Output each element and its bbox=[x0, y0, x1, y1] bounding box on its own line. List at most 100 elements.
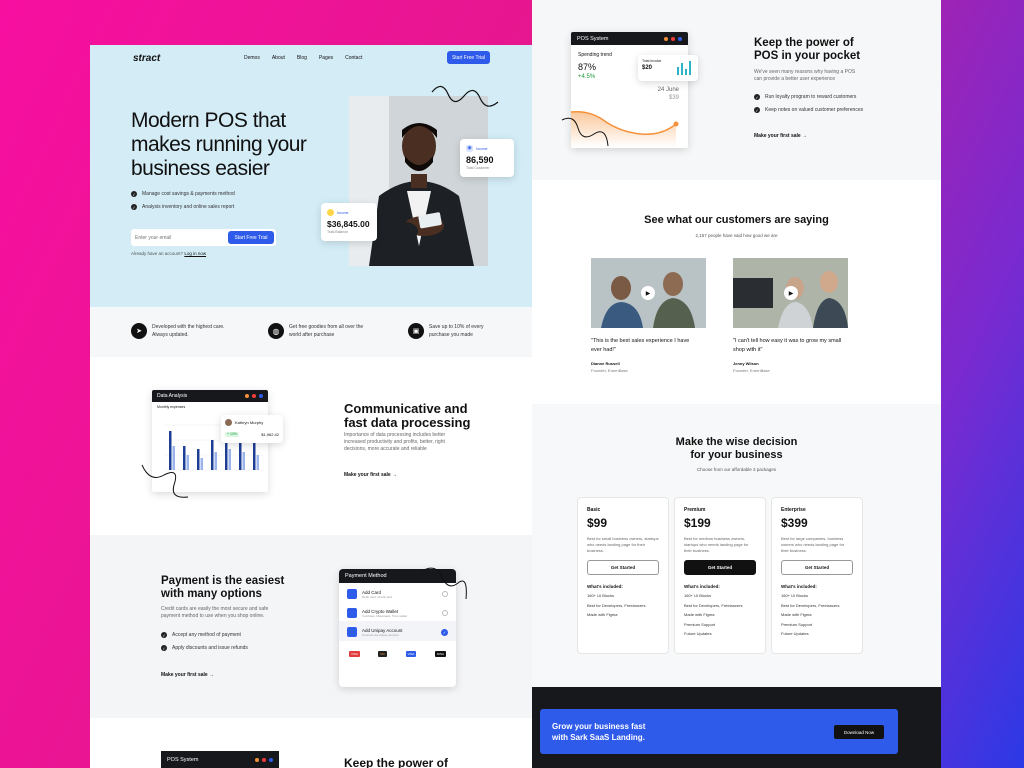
make-first-sale-link[interactable]: Make your first sale → bbox=[344, 472, 397, 478]
feature-list: 160+ UI Blocks Best for Developers, Free… bbox=[587, 591, 659, 620]
logo[interactable]: stract bbox=[133, 53, 160, 64]
bar bbox=[200, 458, 203, 470]
arrow-right-icon: → bbox=[802, 133, 808, 139]
testimonials-title: See what our customers are saying bbox=[644, 214, 829, 226]
pos-system-card-header: POS System bbox=[161, 751, 279, 768]
bar bbox=[211, 440, 214, 470]
bar bbox=[242, 452, 245, 470]
card-title: Data Analysis bbox=[157, 393, 188, 399]
arrow-right-icon: → bbox=[392, 472, 398, 478]
check-icon: ✓ bbox=[161, 645, 167, 651]
title-line: for your business bbox=[690, 449, 783, 461]
testimonial-video[interactable]: ▶ bbox=[591, 258, 706, 328]
feature-item: Premium Support bbox=[684, 621, 716, 627]
stat-sub: Total Balance bbox=[327, 230, 349, 234]
plan-name: Basic bbox=[587, 507, 601, 513]
payment-desc: Credit cards are easily the most secure … bbox=[161, 606, 269, 619]
window-dots bbox=[245, 394, 263, 398]
pos-desc: We've seen many reasons why having a POS… bbox=[754, 69, 856, 82]
nav-link-about[interactable]: About bbox=[272, 55, 285, 61]
play-icon[interactable]: ▶ bbox=[784, 286, 798, 300]
data-analysis-title: Communicative and fast data processing bbox=[344, 402, 470, 430]
get-started-button[interactable]: Get Started bbox=[781, 560, 853, 575]
feature-item: 160+ UI Blocks bbox=[587, 593, 615, 598]
play-icon[interactable]: ▶ bbox=[641, 286, 655, 300]
download-now-button[interactable]: Download Now bbox=[834, 725, 884, 739]
feature-list: 160+ UI Blocks Best for Developers, Free… bbox=[781, 591, 853, 639]
option-sub: Connect via unipay account bbox=[362, 632, 399, 637]
feature-item: Best for Developers, Freelancers bbox=[684, 602, 743, 608]
stat-value: 86,590 bbox=[466, 155, 494, 165]
get-started-button[interactable]: Get Started bbox=[684, 560, 756, 575]
window-dots bbox=[664, 36, 682, 41]
check-label: Accept any method of payment bbox=[172, 632, 241, 638]
feature-item: Made with Figma bbox=[684, 612, 715, 617]
check-label: Run loyalty program to reward customers bbox=[765, 94, 857, 100]
title-line: Make the wise decision bbox=[675, 436, 798, 448]
footer-cta-banner: Grow your business fast with Sark SaaS L… bbox=[540, 709, 898, 754]
start-trial-button[interactable]: Start Free Trial bbox=[228, 231, 274, 244]
visa-logo: VISA bbox=[349, 651, 360, 657]
pricing-card-enterprise: Enterprise $399 Best for large companies… bbox=[771, 497, 863, 654]
decorative-squiggle bbox=[421, 567, 467, 600]
arrow-right-icon: → bbox=[209, 672, 215, 678]
link-label: Make your first sale bbox=[344, 472, 391, 478]
plan-price: $99 bbox=[587, 516, 608, 530]
testimonial-name: Dianne Russell bbox=[591, 361, 620, 366]
bar bbox=[214, 452, 217, 470]
payment-title: Payment is the easiest with many options bbox=[161, 575, 284, 601]
feature-item: Made with Figma bbox=[587, 612, 618, 617]
visa-logo: VISA bbox=[405, 651, 417, 657]
coin-icon bbox=[327, 209, 334, 216]
title-line: with many options bbox=[161, 588, 262, 600]
nav-start-trial-button[interactable]: Start Free Trial bbox=[447, 51, 490, 64]
payment-check-1: ✓ Accept any method of payment bbox=[161, 632, 241, 638]
testimonial-role: Founder, EnernBase bbox=[591, 368, 628, 373]
nav-link-demos[interactable]: Demos bbox=[244, 55, 260, 61]
included-label: What's included: bbox=[684, 584, 720, 589]
pos-title: Keep the power of POS in your pocket bbox=[754, 37, 860, 63]
get-started-button[interactable]: Get Started bbox=[587, 560, 659, 575]
stat-value: $36,845.00 bbox=[327, 219, 370, 229]
plan-desc: Best for large companies, business owner… bbox=[781, 536, 845, 553]
title-line: fast data processing bbox=[344, 415, 471, 430]
title-line: Communicative and bbox=[344, 401, 468, 416]
customer-stat-card: ◉ Income 86,590 Total Customer bbox=[460, 139, 514, 177]
check-icon: ✓ bbox=[131, 204, 137, 210]
bar bbox=[197, 449, 200, 470]
make-first-sale-link[interactable]: Make your first sale → bbox=[754, 133, 807, 139]
email-input[interactable] bbox=[135, 232, 225, 243]
nav-link-contact[interactable]: Contact bbox=[345, 55, 362, 61]
pricing-card-premium: Premium $199 Best for medium business ow… bbox=[674, 497, 766, 654]
decorative-squiggle bbox=[561, 117, 609, 147]
feature-item: 160+ UI Blocks bbox=[684, 593, 712, 598]
pricing-title: Make the wise decision for your business bbox=[532, 436, 941, 462]
bar bbox=[239, 440, 242, 470]
hero-title-line: Modern POS that bbox=[131, 109, 286, 132]
check-icon: ✓ bbox=[754, 107, 760, 113]
feature-item: Best for Developers, Freelancers bbox=[781, 602, 840, 608]
radio-unchecked[interactable] bbox=[442, 610, 448, 616]
pricing-sub: Choose from our affordable 3 packages bbox=[697, 467, 776, 472]
make-first-sale-link[interactable]: Make your first sale → bbox=[161, 672, 214, 678]
login-link[interactable]: Log in now bbox=[184, 251, 206, 256]
radio-checked[interactable]: ✓ bbox=[441, 628, 448, 636]
nav-link-blog[interactable]: Blog bbox=[297, 55, 307, 61]
testimonials-sub: 2,157 people have said how good we are bbox=[695, 233, 778, 238]
plan-name: Premium bbox=[684, 507, 706, 513]
included-label: What's included: bbox=[587, 584, 623, 589]
feature-item: Future Updates bbox=[684, 631, 712, 636]
card-title: POS System bbox=[167, 756, 199, 763]
included-label: What's included: bbox=[781, 584, 817, 589]
invoice-card: Total invoice $20 bbox=[638, 55, 698, 81]
feature-list: 160+ UI Blocks Best for Developers, Free… bbox=[684, 591, 756, 639]
brand-logo: DISA bbox=[434, 651, 446, 657]
benefit-item: ◍ Get free goodies from all over the wor… bbox=[268, 323, 368, 339]
payment-option-selected[interactable]: Add Unipay Account Connect via unipay acc… bbox=[339, 621, 456, 641]
hero-title-line: makes running your bbox=[131, 133, 307, 156]
nav-link-pages[interactable]: Pages bbox=[319, 55, 333, 61]
stat-label: Income bbox=[476, 146, 488, 151]
testimonial-video[interactable]: ▶ bbox=[733, 258, 848, 328]
card-subtitle: Monthly expenses bbox=[157, 405, 186, 409]
benefit-text: Developed with the highest care. Always … bbox=[152, 324, 225, 338]
